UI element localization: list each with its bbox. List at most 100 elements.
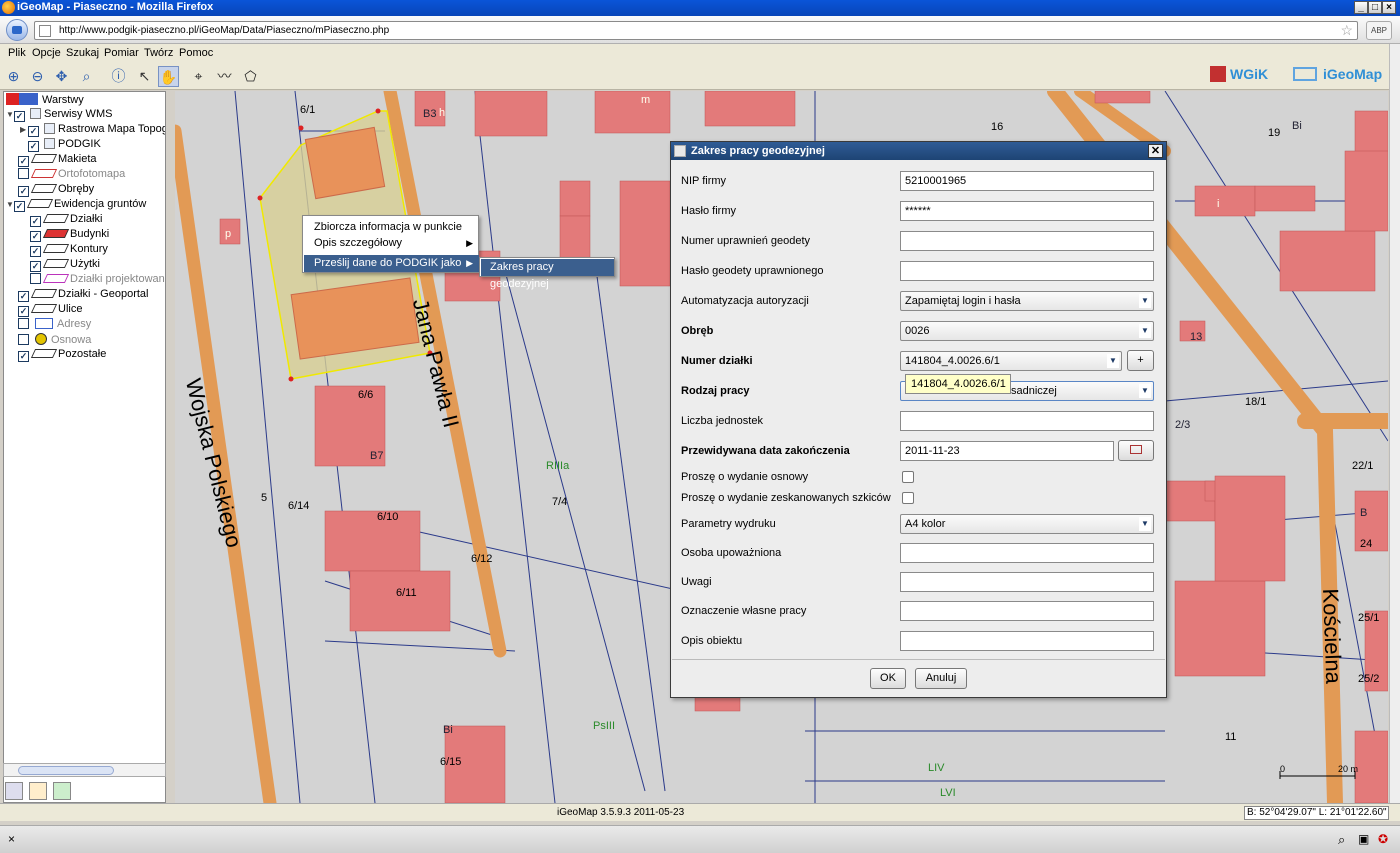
igeomap-logo[interactable]: iGeoMap xyxy=(1293,66,1382,82)
pan-extent-icon[interactable]: ✥ xyxy=(51,66,72,87)
page-scrollbar[interactable] xyxy=(1389,44,1400,804)
nip-input[interactable]: 5210001965 xyxy=(900,171,1154,191)
menu-plik[interactable]: Plik xyxy=(8,47,26,59)
dialog-close-button[interactable]: ✕ xyxy=(1148,144,1163,158)
dialog-divider xyxy=(672,659,1165,660)
notification-icon[interactable]: ▣ xyxy=(1358,832,1369,846)
add-dzialka-button[interactable]: + xyxy=(1127,350,1154,371)
scrollbar-thumb[interactable] xyxy=(18,766,114,775)
layer-kontury[interactable]: ✓ Kontury xyxy=(30,243,108,258)
haslo-firmy-input[interactable]: ****** xyxy=(900,201,1154,221)
menu-item-send-podgik[interactable]: Prześlij dane do PODGIK jako ▶ xyxy=(304,255,479,272)
ok-button[interactable]: OK xyxy=(870,668,906,689)
uwagi-input[interactable] xyxy=(900,572,1154,592)
zoom-out-icon[interactable]: ⊖ xyxy=(27,66,48,87)
obreb-select[interactable]: 0026 xyxy=(900,321,1154,341)
envelope-icon xyxy=(35,318,53,329)
url-bar[interactable]: http://www.podgik-piaseczno.pl/iGeoMap/D… xyxy=(34,21,1358,40)
haslo-geodety-label: Hasło geodety uprawnionego xyxy=(681,265,824,277)
adblock-button[interactable]: ABP xyxy=(1366,21,1392,40)
szkice-label: Proszę o wydanie zeskanowanych szkiców xyxy=(681,492,891,504)
zoom-in-icon[interactable]: ⊕ xyxy=(3,66,24,87)
pan-hand-icon[interactable]: ✋ xyxy=(158,66,179,87)
layer-tree-scrollbar[interactable] xyxy=(3,763,166,777)
menu-tworz[interactable]: Twórz xyxy=(144,47,173,59)
java-icon xyxy=(674,145,686,157)
opis-obiektu-label: Opis obiektu xyxy=(681,635,743,647)
legend-icon[interactable] xyxy=(5,782,23,800)
layer-budynki[interactable]: ✓ Budynki xyxy=(30,228,109,243)
document-icon[interactable] xyxy=(29,782,47,800)
map-symbol: B3 xyxy=(423,108,437,120)
layer-pozostale[interactable]: ✓ Pozostałe xyxy=(18,348,106,363)
szkice-checkbox[interactable] xyxy=(902,492,914,504)
layer-ulice[interactable]: ✓ Ulice xyxy=(18,303,82,318)
addon-icon[interactable]: ✪ xyxy=(1378,832,1388,846)
liczba-jednostek-input[interactable] xyxy=(900,411,1154,431)
menu-opcje[interactable]: Opcje xyxy=(32,47,61,59)
layer-obreby[interactable]: ✓ Obręby xyxy=(18,183,94,198)
calendar-button[interactable] xyxy=(1118,440,1154,461)
polyline-icon[interactable]: 〰 xyxy=(214,66,235,87)
layer-serwisy-wms[interactable]: ▼ ✓ Serwisy WMS xyxy=(6,108,112,123)
layer-uzytki[interactable]: ✓ Użytki xyxy=(30,258,100,273)
search-icon[interactable]: ⌕ xyxy=(1338,832,1345,848)
osoba-label: Osoba upoważniona xyxy=(681,547,782,559)
maximize-button[interactable]: □ xyxy=(1368,1,1382,14)
layer-ortofotomapa[interactable]: Ortofotomapa xyxy=(18,168,125,183)
nip-label: NIP firmy xyxy=(681,175,727,187)
layer-ewidencja[interactable]: ▼ ✓ Ewidencja gruntów xyxy=(6,198,146,213)
osnowa-label: Proszę o wydanie osnowy xyxy=(681,471,809,483)
back-button[interactable] xyxy=(6,19,28,41)
numer-uprawnien-input[interactable] xyxy=(900,231,1154,251)
oznaczenie-label: Oznaczenie własne pracy xyxy=(681,605,807,617)
parcel-label: 6/12 xyxy=(471,553,493,565)
osnowa-checkbox[interactable] xyxy=(902,471,914,483)
layer-dzialki-geoportal[interactable]: ✓ Działki - Geoportal xyxy=(18,288,148,303)
map-symbol: i xyxy=(1217,198,1220,210)
bookmark-star-icon[interactable]: ☆ xyxy=(1340,22,1353,39)
polygon-icon[interactable]: ⬠ xyxy=(240,66,261,87)
zoom-window-icon[interactable]: ⌕ xyxy=(76,66,97,87)
crosshair-icon[interactable]: ⌖ xyxy=(188,66,209,87)
haslo-geodety-input[interactable] xyxy=(900,261,1154,281)
data-zakonczenia-input[interactable]: 2011-11-23 xyxy=(900,441,1114,461)
wgik-emblem-icon xyxy=(1210,66,1226,82)
parcel-label: 22/1 xyxy=(1352,460,1374,472)
numer-dzialki-select[interactable]: 141804_4.0026.6/1 xyxy=(900,351,1122,371)
layer-makieta[interactable]: ✓ Makieta xyxy=(18,153,97,168)
layer-adresy[interactable]: Adresy xyxy=(18,318,91,333)
menu-szukaj[interactable]: Szukaj xyxy=(66,47,99,59)
layer-root[interactable]: Warstwy xyxy=(6,93,84,108)
oznaczenie-input[interactable] xyxy=(900,601,1154,621)
wms-icon xyxy=(44,123,55,134)
close-addon-bar-icon[interactable]: × xyxy=(8,832,15,846)
chevron-down-icon xyxy=(1139,324,1151,338)
close-window-button[interactable]: × xyxy=(1382,1,1396,14)
window-title: iGeoMap - Piaseczno - Mozilla Firefox xyxy=(17,1,214,13)
opis-obiektu-input[interactable] xyxy=(900,631,1154,651)
select-pointer-icon[interactable]: ↖ xyxy=(134,66,155,87)
automatyzacja-select[interactable]: Zapamiętaj login i hasła xyxy=(900,291,1154,311)
add-layer-icon[interactable] xyxy=(53,782,71,800)
menu-pomiar[interactable]: Pomiar xyxy=(104,47,139,59)
osoba-input[interactable] xyxy=(900,543,1154,563)
menu-item-opis[interactable]: Opis szczegółowy ▶ xyxy=(304,235,479,252)
layer-osnowa[interactable]: Osnowa xyxy=(18,333,91,348)
info-icon[interactable]: ⓘ xyxy=(108,66,129,87)
layer-dzialki[interactable]: ✓ Działki xyxy=(30,213,102,228)
parametry-wydruku-select[interactable]: A4 kolor xyxy=(900,514,1154,534)
layer-dzialki-projektowane[interactable]: Działki projektowane xyxy=(30,273,165,288)
menu-pomoc[interactable]: Pomoc xyxy=(179,47,213,59)
menu-item-info-point[interactable]: Zbiorcza informacja w punkcie xyxy=(304,219,479,236)
map-symbol: B7 xyxy=(370,450,384,462)
map-symbol: h xyxy=(439,107,446,119)
cancel-button[interactable]: Anuluj xyxy=(915,668,967,689)
menu-item-zakres-pracy[interactable]: Zakres pracy geodezyjnej xyxy=(481,259,614,290)
navigation-bar: http://www.podgik-piaseczno.pl/iGeoMap/D… xyxy=(0,16,1400,44)
layer-rastrowa-mapa[interactable]: ▶ ✓ Rastrowa Mapa Topog xyxy=(20,123,165,138)
layer-podgik[interactable]: ✓ PODGIK xyxy=(28,138,101,153)
wgik-logo[interactable]: WGiK xyxy=(1210,66,1268,82)
back-icon xyxy=(12,26,22,34)
minimize-button[interactable]: _ xyxy=(1354,1,1368,14)
